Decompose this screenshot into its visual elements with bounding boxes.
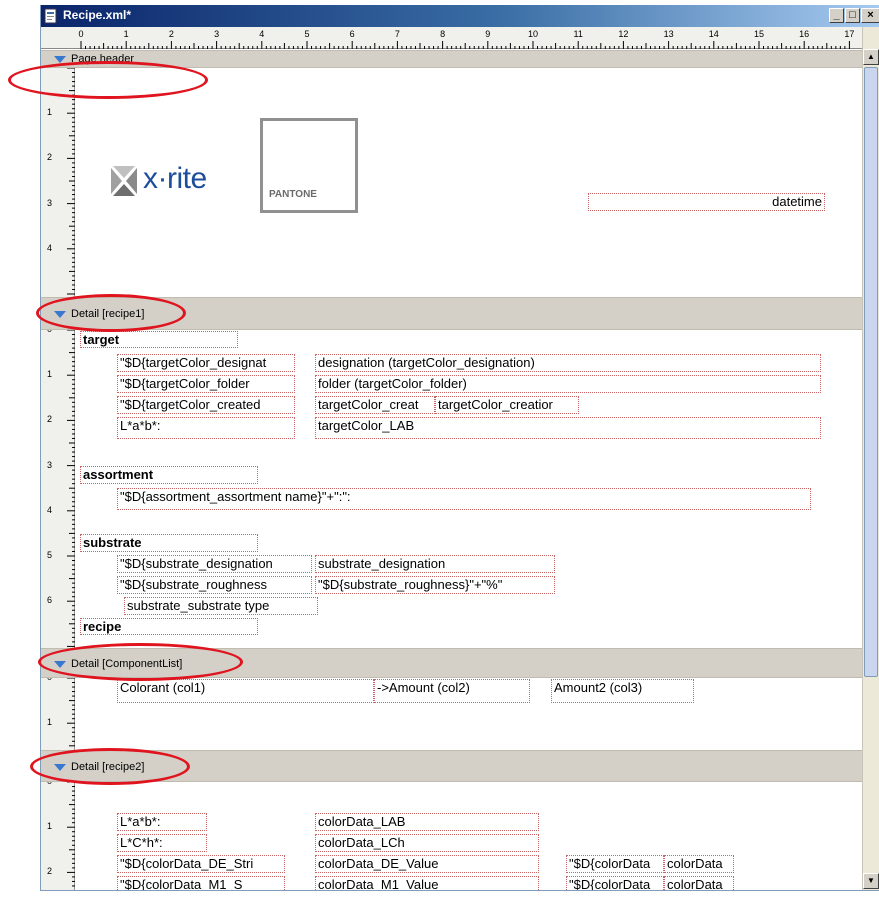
expr-targetcolor-created[interactable]: "$D{targetColor_created — [117, 396, 295, 414]
expr-targetcolor-designation[interactable]: "$D{targetColor_designat — [117, 354, 295, 372]
ruler-number: 5 — [47, 550, 53, 560]
ruler-number: 4 — [47, 242, 53, 253]
xrite-logo-text: x·rite — [143, 162, 207, 195]
window-title: Recipe.xml* — [63, 8, 132, 22]
ruler-number: 9 — [485, 29, 491, 39]
ruler-number: 14 — [708, 29, 719, 39]
ruler-number: 2 — [47, 866, 53, 877]
ruler-number: 8 — [440, 29, 446, 39]
field-colordata-m1-extra[interactable]: colorData — [664, 876, 734, 890]
ruler-number: 1 — [47, 717, 53, 728]
collapse-triangle-icon[interactable] — [54, 764, 66, 771]
ruler-number: 12 — [618, 29, 629, 39]
field-colordata-m1-value[interactable]: colorData_M1_Value — [315, 876, 539, 890]
datetime-field[interactable]: datetime — [588, 193, 825, 211]
label-substrate[interactable]: substrate — [80, 534, 258, 552]
ruler-number: 2 — [168, 29, 174, 39]
expr-colordata-de-string[interactable]: "$D{colorData_DE_Stri — [117, 855, 285, 873]
expr-colordata-extra[interactable]: "$D{colorData — [566, 855, 664, 873]
minimize-button[interactable]: _ — [829, 8, 844, 23]
ruler-number: 17 — [844, 29, 855, 39]
field-targetcolor-created[interactable]: targetColor_creat — [315, 396, 435, 414]
band-label: Detail [ComponentList] — [71, 658, 183, 670]
band-detail-componentlist[interactable]: Detail [ComponentList] — [41, 648, 863, 678]
ruler-number: 3 — [47, 459, 53, 470]
document-icon — [44, 8, 57, 24]
collapse-triangle-icon[interactable] — [54, 311, 66, 318]
field-colorant-col1[interactable]: Colorant (col1) — [117, 679, 374, 703]
label-assortment[interactable]: assortment — [80, 466, 258, 484]
field-amount2-col3[interactable]: Amount2 (col3) — [551, 679, 694, 703]
label-target[interactable]: target — [80, 331, 238, 348]
field-targetcolor-designation[interactable]: designation (targetColor_designation) — [315, 354, 821, 372]
ruler-number: 10 — [527, 29, 539, 39]
ruler-number: 4 — [47, 504, 53, 515]
ruler-number: 13 — [663, 29, 674, 39]
label-lab[interactable]: L*a*b*: — [117, 417, 295, 439]
collapse-triangle-icon[interactable] — [54, 661, 66, 668]
collapse-triangle-icon[interactable] — [54, 56, 66, 63]
ruler-number: 6 — [349, 29, 355, 39]
ruler-number: 3 — [47, 197, 53, 208]
band-detail-recipe1[interactable]: Detail [recipe1] — [41, 297, 863, 330]
label-lab-2[interactable]: L*a*b*: — [117, 813, 207, 831]
band-page-header[interactable]: Page header — [41, 50, 863, 68]
field-targetcolor-lab[interactable]: targetColor_LAB — [315, 417, 821, 439]
field-colordata-lch[interactable]: colorData_LCh — [315, 834, 539, 852]
ruler-number: 1 — [47, 107, 53, 118]
close-button[interactable]: × — [861, 8, 879, 23]
report-canvas: 1234012345601012 Page header x·rite PANT… — [41, 50, 863, 890]
ruler-number: 4 — [259, 29, 265, 39]
label-lch[interactable]: L*C*h*: — [117, 834, 207, 852]
ruler-number: 5 — [304, 29, 310, 39]
scroll-up-icon[interactable]: ▲ — [863, 49, 879, 65]
xrite-mark-icon — [111, 166, 137, 196]
expr-colordata-m1-string[interactable]: "$D{colorData_M1_S — [117, 876, 285, 890]
band-label: Detail [recipe2] — [71, 761, 145, 773]
field-targetcolor-creation[interactable]: targetColor_creatior — [435, 396, 579, 414]
expr-substrate-roughness[interactable]: "$D{substrate_roughness — [117, 576, 312, 594]
field-amount-col2[interactable]: ->Amount (col2) — [374, 679, 530, 703]
expr-targetcolor-folder[interactable]: "$D{targetColor_folder — [117, 375, 295, 393]
ruler-number: 1 — [47, 369, 53, 380]
field-colordata-de-value[interactable]: colorData_DE_Value — [315, 855, 539, 873]
ruler-number: 0 — [78, 29, 84, 39]
field-substrate-roughness[interactable]: "$D{substrate_roughness}"+"%" — [315, 576, 555, 594]
xrite-logo: x·rite — [109, 162, 249, 202]
title-bar: Recipe.xml* _ □ × — [41, 5, 879, 27]
ruler-number: 16 — [799, 29, 810, 39]
band-detail-recipe2[interactable]: Detail [recipe2] — [41, 750, 863, 782]
pantone-logo-text: PANTONE — [269, 189, 317, 200]
pantone-logo: PANTONE — [260, 118, 358, 213]
ruler-number: 1 — [47, 821, 53, 832]
field-colordata-extra[interactable]: colorData — [664, 855, 734, 873]
band-label: Detail [recipe1] — [71, 308, 145, 320]
expr-colordata-m1-extra[interactable]: "$D{colorData — [566, 876, 664, 890]
maximize-button[interactable]: □ — [845, 8, 860, 23]
ruler-number: 7 — [394, 29, 400, 39]
expr-substrate-designation[interactable]: "$D{substrate_designation — [117, 555, 312, 573]
field-targetcolor-folder[interactable]: folder (targetColor_folder) — [315, 375, 821, 393]
label-recipe[interactable]: recipe — [80, 618, 258, 635]
field-substrate-type[interactable]: substrate_substrate type — [124, 597, 318, 615]
band-label: Page header — [71, 53, 134, 65]
field-substrate-designation[interactable]: substrate_designation — [315, 555, 555, 573]
ruler-number: 3 — [214, 29, 220, 39]
ruler-number: 1 — [123, 29, 129, 39]
ruler-number: 11 — [573, 29, 583, 39]
vertical-scrollbar[interactable]: ▲ ▼ — [862, 27, 879, 890]
ruler-number: 2 — [47, 152, 53, 163]
report-designer-window: Recipe.xml* _ □ × 0 1 2 3 4 5 6 7 8 9 10 11 12 13 14 15… — [40, 5, 879, 891]
expr-assortment-name[interactable]: "$D{assortment_assortment name}"+":": — [117, 488, 811, 510]
ruler-number: 15 — [753, 29, 765, 39]
field-colordata-lab[interactable]: colorData_LAB — [315, 813, 539, 831]
ruler-number: 2 — [47, 414, 53, 425]
ruler-number: 6 — [47, 595, 53, 606]
scroll-down-icon[interactable]: ▼ — [863, 873, 879, 889]
horizontal-ruler: 0 1 2 3 4 5 6 7 8 9 10 11 12 13 14 15 16 17 — [41, 27, 879, 49]
scrollbar-thumb[interactable] — [864, 67, 878, 677]
